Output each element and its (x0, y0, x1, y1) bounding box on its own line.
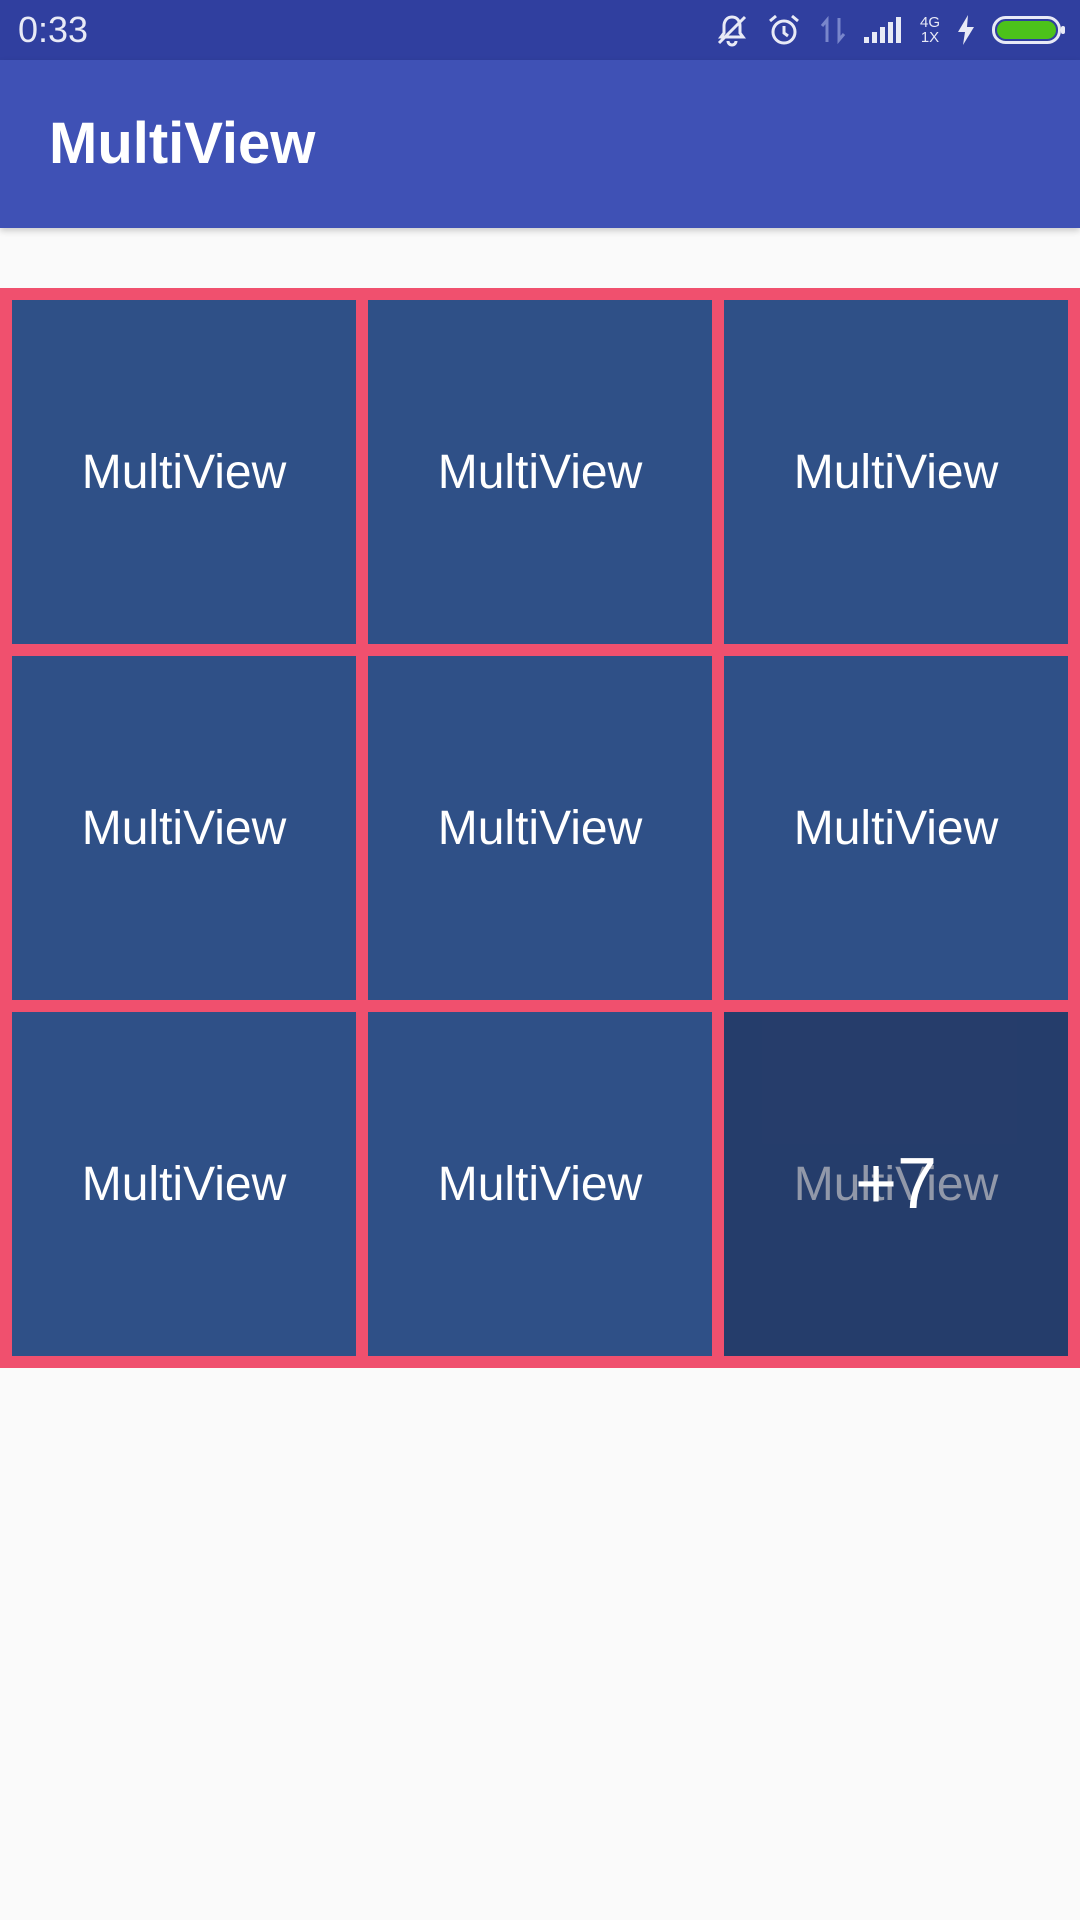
grid-cell-4[interactable]: MultiView (12, 656, 356, 1000)
status-icons: 4G 1X (714, 0, 1066, 60)
status-bar: 0:33 4G 1X (0, 0, 1080, 60)
alarm-icon (766, 12, 802, 48)
grid-cell-3[interactable]: MultiView (724, 300, 1068, 644)
data-arrows-icon (818, 12, 848, 48)
network-type-label: 4G 1X (920, 15, 940, 45)
grid-cell-2[interactable]: MultiView (368, 300, 712, 644)
grid-cell-more[interactable]: MultiView +7 (724, 1012, 1068, 1356)
more-count-badge: +7 (854, 1144, 938, 1224)
grid-cell-5[interactable]: MultiView (368, 656, 712, 1000)
grid-cell-label: MultiView (81, 801, 287, 855)
grid-cell-6[interactable]: MultiView (724, 656, 1068, 1000)
grid-cell-7[interactable]: MultiView (12, 1012, 356, 1356)
charging-icon (956, 14, 976, 46)
grid-cell-label: MultiView (437, 1157, 643, 1211)
grid-cell-label: MultiView (793, 445, 999, 499)
grid-cell-label: MultiView (81, 445, 287, 499)
page-title: MultiView (49, 111, 316, 176)
grid-cell-label: MultiView (437, 801, 643, 855)
grid-cell-label: MultiView (81, 1157, 287, 1211)
grid-cell-8[interactable]: MultiView (368, 1012, 712, 1356)
app-bar: MultiView (0, 60, 1080, 228)
battery-icon (992, 14, 1066, 46)
network-type-bottom: 1X (920, 29, 940, 46)
grid-cell-1[interactable]: MultiView (12, 300, 356, 644)
status-time: 0:33 (18, 9, 89, 50)
grid-cell-label: MultiView (793, 801, 999, 855)
signal-icon (863, 15, 904, 45)
network-type-top: 4G (919, 14, 940, 31)
grid-cell-label: MultiView (437, 445, 643, 499)
notifications-off-icon (714, 12, 750, 48)
multiview-grid: MultiView MultiView MultiView MultiView … (0, 288, 1080, 1368)
